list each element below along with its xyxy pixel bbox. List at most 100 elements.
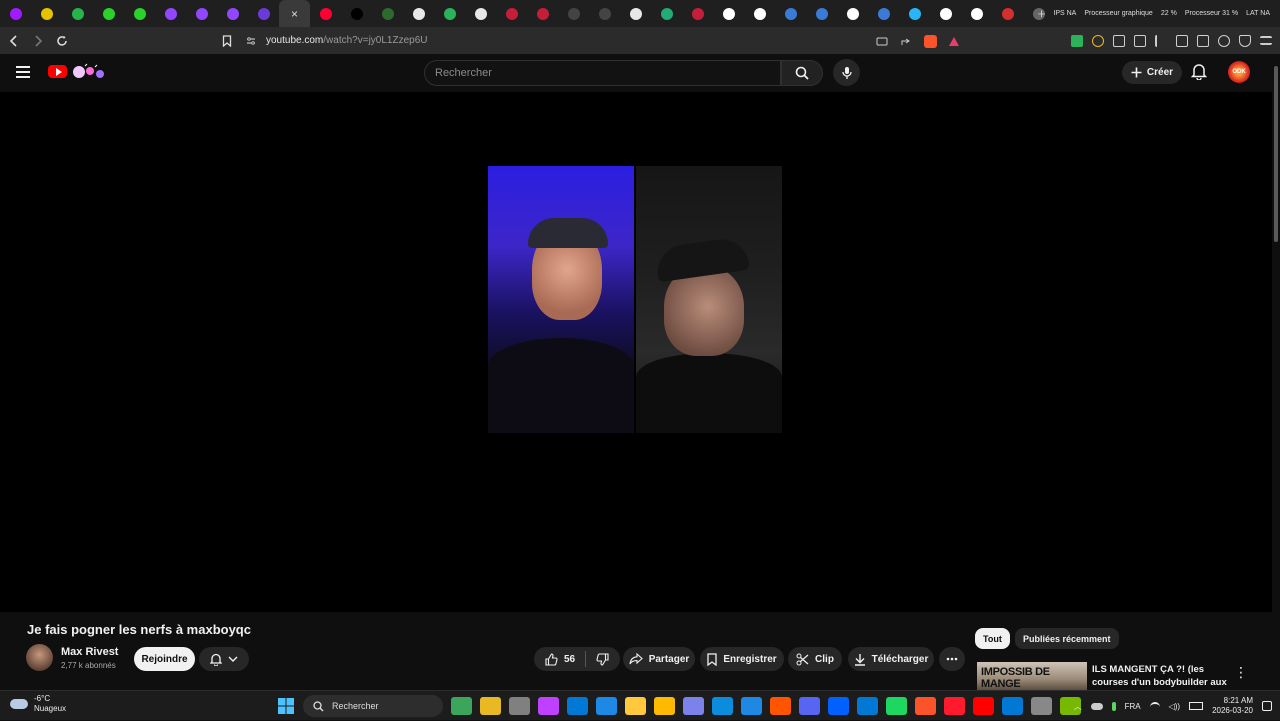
search-box[interactable] [424, 60, 781, 86]
notification-center-icon[interactable] [1262, 701, 1272, 711]
mic-tray-icon[interactable] [1111, 701, 1116, 711]
language-indicator[interactable]: FRA [1125, 702, 1141, 711]
brave-shield-icon[interactable] [924, 35, 937, 48]
like-count[interactable]: 56 [564, 654, 575, 665]
wallet-icon[interactable] [1134, 34, 1146, 47]
taskbar-app-icon[interactable] [538, 697, 559, 715]
search-button[interactable] [781, 60, 823, 86]
vpn-shield-icon[interactable] [1239, 34, 1251, 47]
browser-tab[interactable] [558, 0, 589, 27]
forward-icon[interactable] [28, 31, 48, 51]
browser-tab[interactable] [434, 0, 465, 27]
browser-tab[interactable] [899, 0, 930, 27]
voice-search-button[interactable] [833, 59, 860, 86]
browser-tab[interactable]: × [279, 0, 310, 27]
taskbar-app-icon[interactable] [828, 697, 849, 715]
leo-ai-icon[interactable] [1218, 34, 1230, 47]
browser-tab[interactable] [713, 0, 744, 27]
browser-tab[interactable] [775, 0, 806, 27]
address-bar[interactable]: youtube.com/watch?v=jy0L1Zzep6U [222, 30, 964, 51]
recommendation-menu-icon[interactable]: ⋮ [1234, 664, 1248, 681]
brave-rewards-icon[interactable] [949, 37, 959, 46]
reload-icon[interactable] [52, 31, 72, 51]
sidebar-icon[interactable] [1176, 34, 1188, 47]
browser-tab[interactable] [496, 0, 527, 27]
browser-tab[interactable] [217, 0, 248, 27]
save-button[interactable]: Enregistrer [700, 647, 784, 671]
browser-tab[interactable] [310, 0, 341, 27]
bookmark-icon[interactable] [222, 34, 232, 47]
browser-tab[interactable] [403, 0, 434, 27]
taskbar-app-icon[interactable] [451, 697, 472, 715]
volume-icon[interactable]: ◁)) [1169, 702, 1180, 711]
browser-tab[interactable] [744, 0, 775, 27]
back-icon[interactable] [4, 31, 24, 51]
video-player[interactable] [0, 92, 1272, 612]
taskbar-app-icon[interactable] [712, 697, 733, 715]
taskbar-app-icon[interactable] [1002, 697, 1023, 715]
youtube-logo-icon[interactable] [48, 65, 67, 78]
browser-tab[interactable] [372, 0, 403, 27]
more-actions-button[interactable] [939, 647, 965, 671]
chip-recent[interactable]: Publiées récemment [1015, 628, 1119, 649]
taskbar-app-icon[interactable] [509, 697, 530, 715]
browser-tab[interactable] [186, 0, 217, 27]
close-tab-icon[interactable]: × [291, 7, 298, 21]
onedrive-icon[interactable] [1090, 702, 1103, 710]
taskbar-app-icon[interactable] [915, 697, 936, 715]
taskbar-app-icon[interactable] [741, 697, 762, 715]
browser-tab[interactable] [62, 0, 93, 27]
extension-icon-1[interactable] [1071, 34, 1083, 47]
recommendation-thumbnail[interactable]: IMPOSSIB DE MANGE [977, 662, 1087, 690]
browser-tab[interactable] [93, 0, 124, 27]
taskbar-search[interactable]: Rechercher [303, 695, 443, 717]
notifications-bell-icon[interactable] [1191, 63, 1207, 80]
browser-tab[interactable] [155, 0, 186, 27]
taskbar-app-icon[interactable] [770, 697, 791, 715]
extension-icon-2[interactable] [1092, 34, 1104, 47]
clip-button[interactable]: Clip [788, 647, 842, 671]
music-icon[interactable] [1155, 34, 1167, 47]
taskbar-app-icon[interactable] [886, 697, 907, 715]
browser-tab[interactable] [868, 0, 899, 27]
browser-tab[interactable] [589, 0, 620, 27]
new-tab-button[interactable]: + [1038, 6, 1046, 21]
wallet-icon-2[interactable] [1197, 34, 1209, 47]
weather-widget[interactable]: -6°C Nuageux [10, 694, 66, 714]
video-frame[interactable] [488, 166, 782, 433]
create-button[interactable]: Créer [1122, 61, 1182, 84]
taskbar-app-icon[interactable] [480, 697, 501, 715]
join-button[interactable]: Rejoindre [134, 647, 195, 671]
browser-tab[interactable] [0, 0, 31, 27]
wifi-icon[interactable] [1149, 702, 1160, 710]
search-input[interactable] [425, 61, 780, 85]
browser-tab[interactable] [465, 0, 496, 27]
browser-tab[interactable] [651, 0, 682, 27]
browser-tab[interactable] [620, 0, 651, 27]
channel-avatar[interactable] [26, 644, 53, 671]
browser-tab[interactable] [124, 0, 155, 27]
puzzle-icon[interactable] [1113, 34, 1125, 47]
browser-tab[interactable] [992, 0, 1023, 27]
taskbar-app-icon[interactable] [625, 697, 646, 715]
share-button[interactable]: Partager [623, 647, 695, 671]
browser-tab[interactable] [248, 0, 279, 27]
browser-tab[interactable] [837, 0, 868, 27]
channel-notification-button[interactable] [199, 647, 249, 671]
browser-tab[interactable] [31, 0, 62, 27]
chip-all[interactable]: Tout [975, 628, 1010, 649]
download-button[interactable]: Télécharger [848, 647, 934, 671]
battery-icon[interactable] [1189, 702, 1204, 710]
browser-tab[interactable] [527, 0, 558, 27]
cast-icon[interactable] [876, 37, 888, 47]
menu-hamburger-icon[interactable] [16, 66, 30, 78]
browser-tab[interactable] [930, 0, 961, 27]
browser-tab[interactable] [961, 0, 992, 27]
account-avatar[interactable]: ODK [1228, 61, 1250, 83]
share-page-icon[interactable] [900, 37, 912, 47]
taskbar-app-icon[interactable] [973, 697, 994, 715]
taskbar-app-icon[interactable] [654, 697, 675, 715]
browser-tab[interactable] [806, 0, 837, 27]
tray-chevron-icon[interactable]: ︿ [1074, 701, 1082, 712]
channel-name[interactable]: Max Rivest [61, 646, 118, 658]
